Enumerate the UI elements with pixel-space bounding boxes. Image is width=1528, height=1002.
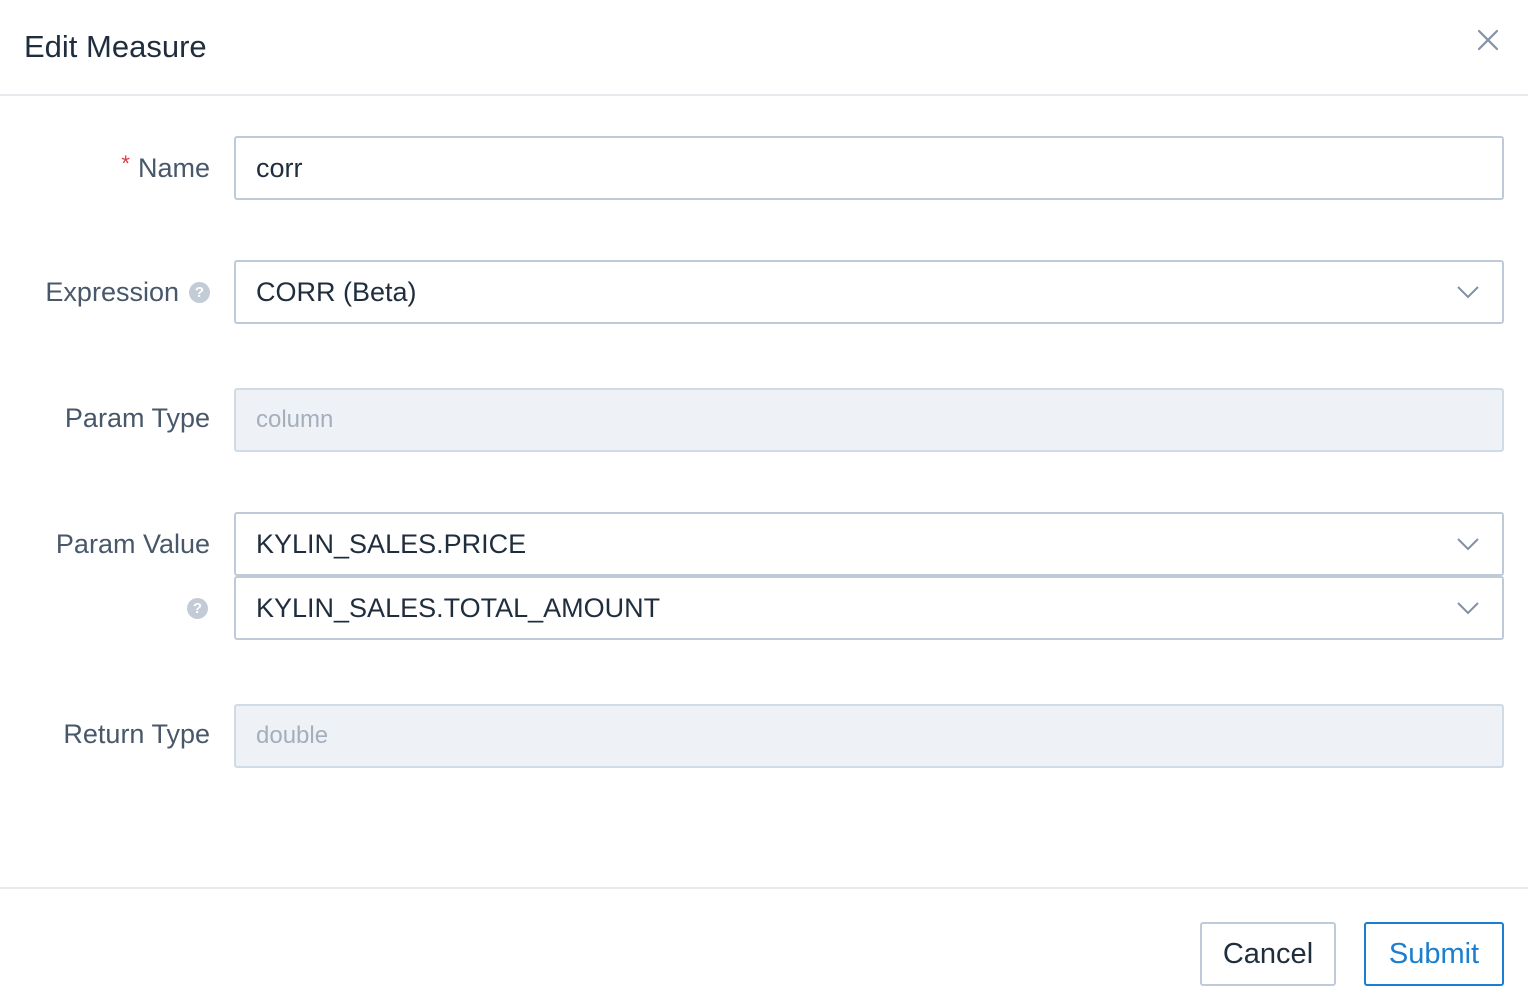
close-icon[interactable] bbox=[1472, 24, 1504, 56]
return-type-input: double bbox=[234, 704, 1504, 768]
submit-button[interactable]: Submit bbox=[1364, 922, 1504, 986]
expression-select[interactable]: CORR (Beta) bbox=[234, 260, 1504, 324]
param-value-select-1[interactable]: KYLIN_SALES.PRICE bbox=[234, 512, 1504, 576]
question-circle-icon[interactable]: ? bbox=[189, 281, 210, 303]
expression-label-text: Expression bbox=[45, 277, 179, 307]
param-type-input: column bbox=[234, 388, 1504, 452]
param-value-label-text: Param Value bbox=[55, 529, 210, 559]
footer-divider bbox=[0, 887, 1528, 889]
expression-label: Expression ? bbox=[45, 275, 210, 309]
chevron-down-icon bbox=[1457, 602, 1479, 615]
param-value-select-2[interactable]: KYLIN_SALES.TOTAL_AMOUNT bbox=[234, 576, 1504, 640]
return-type-label: Return Type bbox=[63, 717, 210, 751]
name-input[interactable]: corr bbox=[234, 136, 1504, 200]
question-circle-icon[interactable]: ? bbox=[187, 598, 208, 619]
param-value-label: Param Value bbox=[56, 527, 210, 561]
param-type-label: Param Type bbox=[65, 401, 210, 435]
chevron-down-icon bbox=[1457, 286, 1479, 299]
param-value-select-1-value: KYLIN_SALES.PRICE bbox=[256, 528, 527, 559]
chevron-down-icon bbox=[1457, 538, 1479, 551]
cancel-button[interactable]: Cancel bbox=[1200, 922, 1336, 986]
edit-measure-dialog: Edit Measure * Name corr Expression ? CO… bbox=[0, 0, 1528, 1002]
name-label-text: Name bbox=[137, 153, 210, 183]
param-type-value: column bbox=[256, 406, 334, 433]
param-value-select-2-value: KYLIN_SALES.TOTAL_AMOUNT bbox=[256, 592, 661, 623]
dialog-header: Edit Measure bbox=[0, 0, 1528, 96]
required-mark: * bbox=[121, 151, 130, 176]
param-type-label-text: Param Type bbox=[64, 403, 210, 433]
name-input-value: corr bbox=[256, 152, 303, 183]
dialog-title: Edit Measure bbox=[24, 29, 207, 64]
return-type-label-text: Return Type bbox=[63, 719, 210, 749]
return-type-value: double bbox=[256, 722, 329, 749]
name-label: * Name bbox=[121, 151, 210, 185]
expression-select-value: CORR (Beta) bbox=[256, 276, 417, 307]
